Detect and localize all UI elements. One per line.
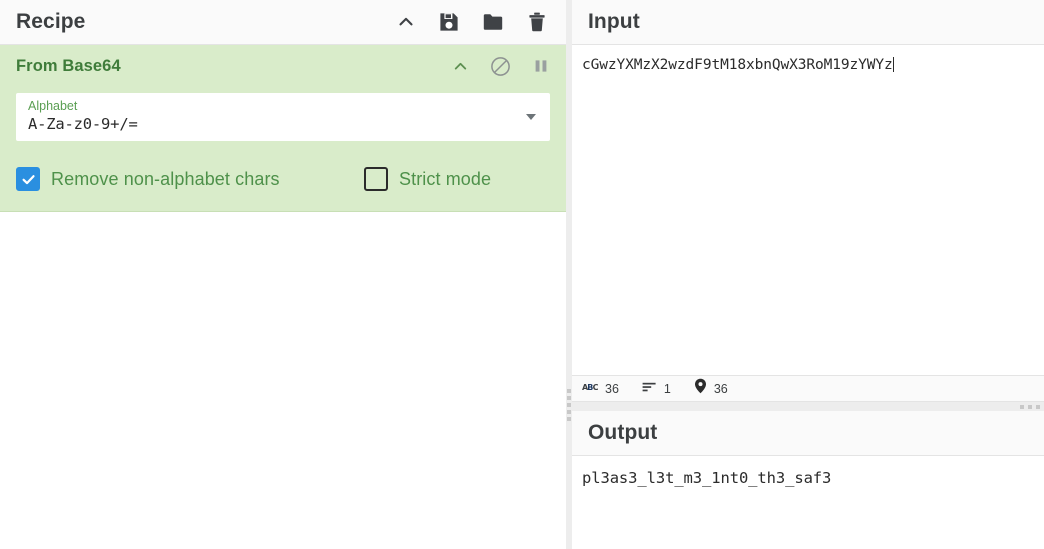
- strict-mode-checkbox[interactable]: Strict mode: [364, 167, 491, 191]
- vertical-splitter-grip: [567, 389, 571, 421]
- recipe-pane: Recipe From Base64 Alphabet A-Za-z0-9+/=…: [0, 0, 566, 549]
- alphabet-value: A-Za-z0-9+/=: [28, 115, 138, 133]
- remove-non-alphabet-chars-label: Remove non-alphabet chars: [51, 168, 280, 189]
- input-position-value: 36: [713, 381, 728, 396]
- alphabet-select[interactable]: Alphabet A-Za-z0-9+/=: [16, 93, 550, 141]
- load-recipe-icon[interactable]: [482, 11, 504, 33]
- horizontal-splitter-grip: [1020, 405, 1040, 409]
- input-length-status: A B C 36: [582, 380, 619, 398]
- recipe-title: Recipe: [16, 10, 86, 33]
- operation-checkbox-row: Remove non-alphabet chars Strict mode: [16, 167, 550, 191]
- operation-breakpoint-icon[interactable]: [532, 57, 550, 75]
- alphabet-label: Alphabet: [28, 99, 78, 113]
- abc-icon: A B C: [582, 380, 599, 398]
- input-title: Input: [588, 10, 640, 33]
- input-position-status: 36: [694, 378, 728, 399]
- operation-name: From Base64: [16, 56, 121, 75]
- input-status-bar: A B C 36 1 36: [572, 375, 1044, 402]
- horizontal-splitter[interactable]: [572, 402, 1044, 411]
- operation-from-base64[interactable]: From Base64 Alphabet A-Za-z0-9+/= Remove…: [0, 45, 566, 212]
- alphabet-argument[interactable]: Alphabet A-Za-z0-9+/=: [16, 93, 550, 141]
- checkbox-unchecked-icon[interactable]: [364, 167, 388, 191]
- map-pin-icon: [694, 378, 707, 399]
- operation-header: From Base64: [0, 45, 566, 87]
- output-textarea[interactable]: pl3as3_l3t_m3_1nt0_th3_saf3: [572, 456, 1044, 549]
- save-recipe-icon[interactable]: [438, 11, 460, 33]
- chevron-down-icon[interactable]: [526, 114, 536, 120]
- output-value: pl3as3_l3t_m3_1nt0_th3_saf3: [582, 469, 832, 487]
- operation-disable-icon[interactable]: [490, 56, 511, 77]
- collapse-chevron-up-icon[interactable]: [396, 12, 416, 32]
- operation-collapse-icon[interactable]: [452, 58, 469, 75]
- operation-header-icons: [452, 56, 550, 77]
- output-title-bar: Output: [572, 411, 1044, 456]
- recipe-operation-list[interactable]: From Base64 Alphabet A-Za-z0-9+/= Remove…: [0, 45, 566, 549]
- strict-mode-label: Strict mode: [399, 168, 492, 189]
- input-lines-value: 1: [663, 381, 671, 396]
- input-textarea[interactable]: cGwzYXMzX2wzdF9tM18xbnQwX3RoM19zYWYz: [572, 45, 1044, 375]
- remove-non-alphabet-chars-checkbox[interactable]: Remove non-alphabet chars: [16, 167, 364, 191]
- input-lines-status: 1: [642, 380, 671, 398]
- vertical-splitter[interactable]: [566, 0, 572, 549]
- text-cursor: [892, 57, 894, 72]
- output-section: Output pl3as3_l3t_m3_1nt0_th3_saf3: [572, 411, 1044, 549]
- input-value: cGwzYXMzX2wzdF9tM18xbnQwX3RoM19zYWYz: [582, 57, 893, 73]
- input-title-bar: Input: [572, 0, 1044, 45]
- cyberchef-app: Recipe From Base64 Alphabet A-Za-z0-9+/=…: [0, 0, 1044, 549]
- io-pane: Input cGwzYXMzX2wzdF9tM18xbnQwX3RoM19zYW…: [572, 0, 1044, 549]
- input-section: Input cGwzYXMzX2wzdF9tM18xbnQwX3RoM19zYW…: [572, 0, 1044, 402]
- svg-text:C: C: [593, 383, 598, 392]
- lines-icon: [642, 380, 657, 398]
- checkbox-checked-icon[interactable]: [16, 167, 40, 191]
- recipe-title-bar: Recipe: [0, 0, 566, 45]
- clear-recipe-icon[interactable]: [526, 11, 548, 33]
- input-length-value: 36: [605, 381, 619, 396]
- recipe-toolbar: [396, 11, 552, 33]
- output-title: Output: [588, 421, 658, 444]
